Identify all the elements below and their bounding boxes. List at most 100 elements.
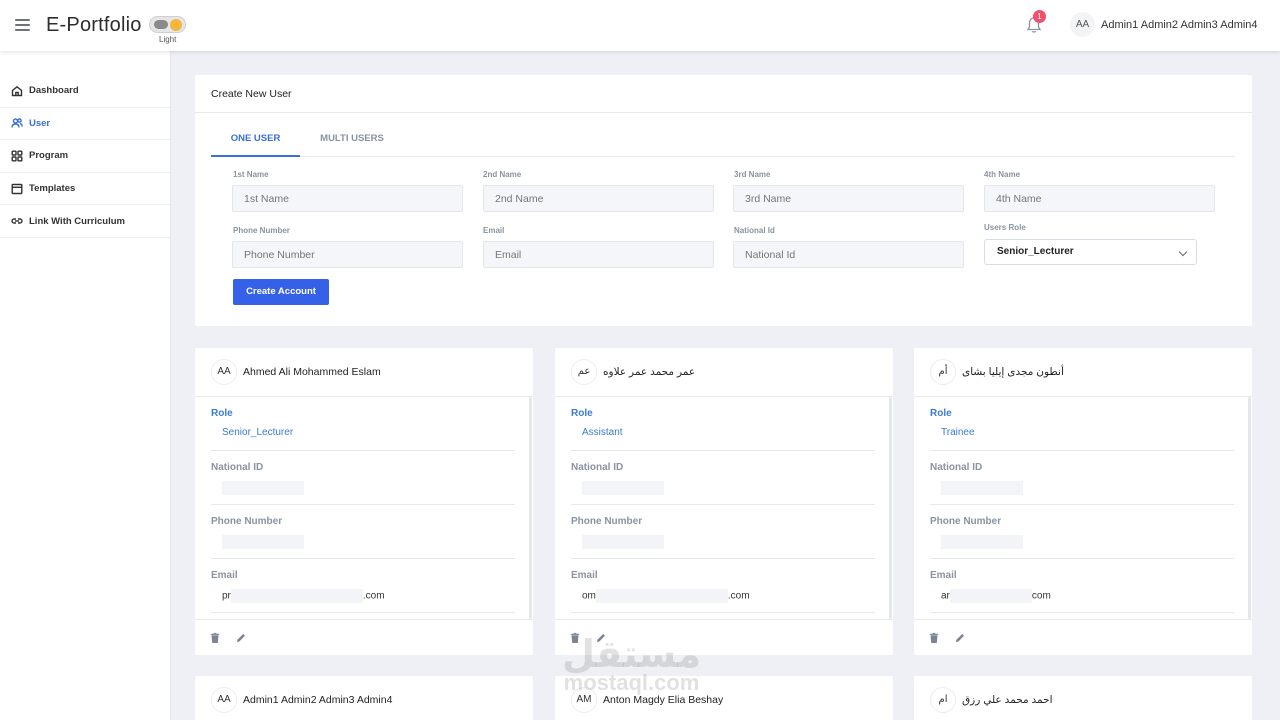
scrollbar[interactable] <box>1248 397 1251 619</box>
avatar: ام <box>930 687 956 713</box>
chevron-down-icon <box>1178 247 1188 257</box>
email-label: Email <box>211 570 238 581</box>
panel-title: Create New User <box>195 75 1252 113</box>
tab-multi-users[interactable]: MULTI USERS <box>311 127 393 157</box>
top-bar: E-Portfolio Light 1 AA Admin1 Admin2 Adm… <box>0 0 1280 51</box>
redacted-value <box>941 481 1023 495</box>
card-body: Role Trainee National ID Phone Number Ema… <box>914 397 1252 619</box>
sidebar-item-link-with-curriculum[interactable]: Link With Curriculum <box>0 205 170 238</box>
trash-icon[interactable] <box>209 632 221 644</box>
user-name: أنطون مجدى إيليا بشاى <box>962 366 1064 378</box>
user-card: ام احمد محمد علي رزق <box>914 676 1252 720</box>
card-actions <box>195 619 533 655</box>
national-id-label: National ID <box>571 462 624 473</box>
avatar[interactable]: AA <box>1070 12 1095 37</box>
edit-icon[interactable] <box>235 632 247 644</box>
sidebar-item-program[interactable]: Program <box>0 140 170 173</box>
users-role-select[interactable]: Senior_Lecturer <box>984 239 1197 265</box>
role-value: Assistant <box>582 427 623 438</box>
phone-field[interactable] <box>232 241 463 268</box>
fourth-name-label: 4th Name <box>984 170 1021 179</box>
user-name[interactable]: Admin1 Admin2 Admin3 Admin4 <box>1101 19 1258 31</box>
sidebar-item-label: Dashboard <box>29 85 79 97</box>
sidebar-item-templates[interactable]: Templates <box>0 173 170 206</box>
users-icon <box>11 118 23 128</box>
phone-label: Phone Number <box>571 516 643 527</box>
edit-icon[interactable] <box>595 632 607 644</box>
template-icon <box>11 183 23 194</box>
tab-one-user[interactable]: ONE USER <box>211 127 300 157</box>
menu-icon[interactable] <box>15 19 30 31</box>
second-name-label: 2nd Name <box>483 170 522 179</box>
redacted-value <box>582 481 664 495</box>
avatar: AA <box>211 687 237 713</box>
phone-label: Phone Number <box>211 516 283 527</box>
email-value: pr .com <box>222 589 385 603</box>
card-actions <box>914 619 1252 655</box>
avatar: أم <box>930 359 956 385</box>
email-value: ar com <box>941 589 1051 603</box>
grid-icon <box>11 150 23 162</box>
national-id-label: National Id <box>734 226 775 235</box>
card-header: AM Anton Magdy Elia Beshay <box>555 676 893 720</box>
theme-label: Light <box>159 35 177 44</box>
card-header: أم أنطون مجدى إيليا بشاى <box>914 348 1252 397</box>
scrollbar[interactable] <box>529 397 532 619</box>
notification-badge: 1 <box>1033 10 1046 23</box>
sidebar-item-label: Templates <box>29 183 76 195</box>
card-header: AA Admin1 Admin2 Admin3 Admin4 <box>195 676 533 720</box>
card-header: عم عمر محمد عمر علاوه <box>555 348 893 397</box>
national-id-field[interactable] <box>733 241 964 268</box>
users-role-label: Users Role <box>984 223 1026 232</box>
card-header: ام احمد محمد علي رزق <box>914 676 1252 720</box>
app-title: E-Portfolio <box>46 14 142 36</box>
card-body: Role Senior_Lecturer National ID Phone Nu… <box>195 397 533 619</box>
theme-toggle[interactable] <box>149 16 186 33</box>
sidebar: Dashboard User Program Templates Link Wi… <box>0 51 171 720</box>
user-tabs: ONE USER MULTI USERS <box>211 127 1235 157</box>
avatar: AA <box>211 359 237 385</box>
sidebar-item-user[interactable]: User <box>0 108 170 141</box>
user-name: Admin1 Admin2 Admin3 Admin4 <box>243 694 393 706</box>
role-value: Senior_Lecturer <box>222 427 294 438</box>
national-id-label: National ID <box>930 462 983 473</box>
user-card: AM Anton Magdy Elia Beshay <box>555 676 893 720</box>
trash-icon[interactable] <box>569 632 581 644</box>
cloud-icon <box>154 20 168 29</box>
create-user-panel: Create New User ONE USER MULTI USERS 1st… <box>195 75 1252 326</box>
fourth-name-field[interactable] <box>984 185 1215 212</box>
redacted-value <box>582 535 664 549</box>
avatar: AM <box>571 687 597 713</box>
user-name: Ahmed Ali Mohammed Eslam <box>243 366 381 378</box>
create-account-button[interactable]: Create Account <box>233 279 329 305</box>
sidebar-item-label: Link With Curriculum <box>29 215 125 227</box>
home-icon <box>11 85 23 96</box>
role-label: Role <box>930 408 952 419</box>
phone-label: Phone Number <box>930 516 1002 527</box>
scrollbar[interactable] <box>889 397 892 619</box>
link-icon <box>11 218 23 224</box>
redacted-value <box>941 535 1023 549</box>
email-value: om .com <box>582 589 750 603</box>
first-name-field[interactable] <box>232 185 463 212</box>
third-name-field[interactable] <box>733 185 964 212</box>
user-card: AA Ahmed Ali Mohammed Eslam Role Senior_L… <box>195 348 533 655</box>
avatar: عم <box>571 359 597 385</box>
trash-icon[interactable] <box>928 632 940 644</box>
user-card: عم عمر محمد عمر علاوه Role Assistant Nati… <box>555 348 893 655</box>
phone-label: Phone Number <box>233 226 290 235</box>
user-name: احمد محمد علي رزق <box>962 694 1053 706</box>
second-name-field[interactable] <box>483 185 714 212</box>
sun-icon <box>170 19 182 31</box>
email-field[interactable] <box>483 241 714 268</box>
role-value: Trainee <box>941 427 975 438</box>
role-label: Role <box>211 408 233 419</box>
email-label: Email <box>571 570 598 581</box>
redacted-value <box>222 481 304 495</box>
sidebar-item-dashboard[interactable]: Dashboard <box>0 75 170 108</box>
email-label: Email <box>483 226 505 235</box>
user-name: عمر محمد عمر علاوه <box>603 366 696 378</box>
edit-icon[interactable] <box>954 632 966 644</box>
third-name-label: 3rd Name <box>734 170 771 179</box>
user-card: AA Admin1 Admin2 Admin3 Admin4 <box>195 676 533 720</box>
